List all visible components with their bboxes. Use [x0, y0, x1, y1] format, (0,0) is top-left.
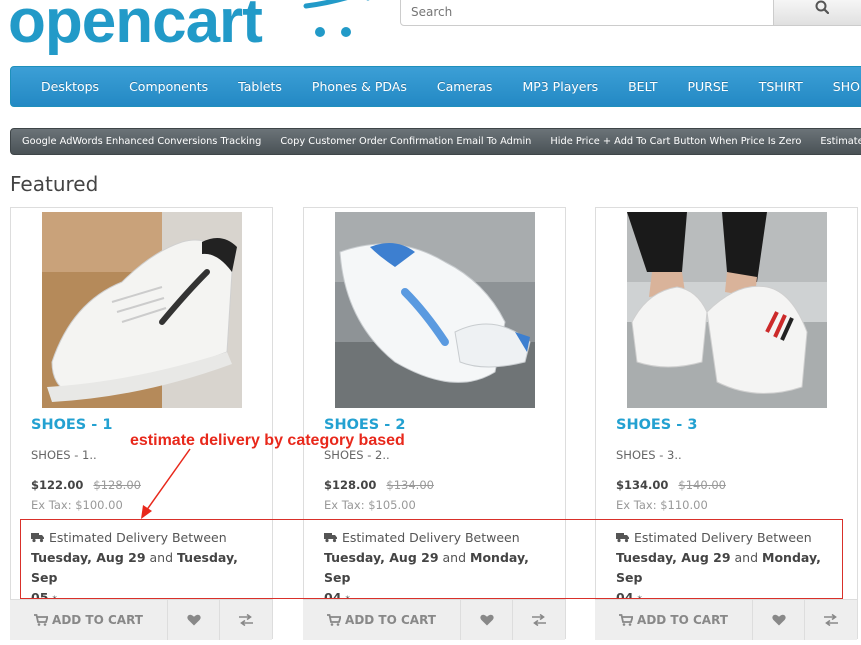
product-price: $128.00 $134.00 [324, 478, 434, 492]
logo-text: opencart [8, 0, 263, 56]
product-image[interactable] [335, 212, 535, 408]
add-to-cart-label: ADD TO CART [52, 613, 143, 627]
menu-item-purse[interactable]: PURSE [672, 79, 743, 94]
price-old: $140.00 [678, 478, 726, 492]
compare-button[interactable] [220, 600, 272, 640]
menu-item-cameras[interactable]: Cameras [422, 79, 508, 94]
price-old: $134.00 [386, 478, 434, 492]
wishlist-button[interactable] [753, 600, 805, 640]
heart-icon [186, 614, 201, 626]
add-to-cart-button[interactable]: ADD TO CART [595, 600, 753, 640]
compare-icon [824, 614, 838, 626]
logo-cart-icon [303, 0, 370, 37]
product-image[interactable] [42, 212, 242, 408]
price-new: $134.00 [616, 478, 669, 492]
product-description: SHOES - 2.. [324, 448, 390, 462]
menu-item-belt[interactable]: BELT [613, 79, 672, 94]
price-ex-tax: Ex Tax: $110.00 [616, 498, 708, 512]
search-bar [400, 0, 861, 26]
submenu-item-estimate-delivery[interactable]: Estimate Deliver [820, 136, 861, 147]
product-description: SHOES - 1.. [31, 448, 97, 462]
product-description: SHOES - 3.. [616, 448, 682, 462]
section-title: Featured [10, 172, 99, 196]
search-input[interactable] [400, 0, 774, 26]
price-new: $128.00 [324, 478, 377, 492]
cart-icon [619, 614, 634, 626]
annotation-box [20, 519, 843, 599]
price-new: $122.00 [31, 478, 84, 492]
menu-item-tshirt[interactable]: TSHIRT [744, 79, 818, 94]
compare-icon [532, 614, 546, 626]
logo[interactable]: opencart [8, 0, 378, 56]
menu-item-mp3[interactable]: MP3 Players [507, 79, 613, 94]
product-actions: ADD TO CART [595, 599, 858, 640]
cart-icon [34, 614, 49, 626]
product-actions: ADD TO CART [10, 599, 273, 640]
submenu-item-adwords[interactable]: Google AdWords Enhanced Conversions Trac… [22, 136, 261, 147]
wishlist-button[interactable] [461, 600, 513, 640]
cart-icon [327, 614, 342, 626]
menu-item-phones[interactable]: Phones & PDAs [297, 79, 422, 94]
compare-button[interactable] [805, 600, 857, 640]
add-to-cart-label: ADD TO CART [345, 613, 436, 627]
compare-button[interactable] [513, 600, 565, 640]
product-price: $134.00 $140.00 [616, 478, 726, 492]
product-name[interactable]: SHOES - 1 [31, 417, 112, 433]
add-to-cart-label: ADD TO CART [637, 613, 728, 627]
menu-item-tablets[interactable]: Tablets [223, 79, 297, 94]
search-button[interactable] [773, 0, 861, 26]
heart-icon [479, 614, 494, 626]
price-ex-tax: Ex Tax: $100.00 [31, 498, 123, 512]
price-ex-tax: Ex Tax: $105.00 [324, 498, 416, 512]
submenu-item-copy-email[interactable]: Copy Customer Order Confirmation Email T… [280, 136, 531, 147]
product-name[interactable]: SHOES - 2 [324, 417, 405, 433]
search-icon [815, 0, 829, 14]
product-image[interactable] [627, 212, 827, 408]
submenu-item-hide-price[interactable]: Hide Price + Add To Cart Button When Pri… [550, 136, 801, 147]
annotation-arrow-icon [141, 448, 191, 519]
compare-icon [239, 614, 253, 626]
menu-item-desktops[interactable]: Desktops [26, 79, 114, 94]
menu-item-shoes[interactable]: SHOES [818, 79, 861, 94]
heart-icon [771, 614, 786, 626]
add-to-cart-button[interactable]: ADD TO CART [10, 600, 168, 640]
product-name[interactable]: SHOES - 3 [616, 417, 697, 433]
wishlist-button[interactable] [168, 600, 220, 640]
menu-item-components[interactable]: Components [114, 79, 223, 94]
product-price: $122.00 $128.00 [31, 478, 141, 492]
product-actions: ADD TO CART [303, 599, 566, 640]
add-to-cart-button[interactable]: ADD TO CART [303, 600, 461, 640]
main-menu: Desktops Components Tablets Phones & PDA… [10, 66, 861, 107]
extensions-menu: Google AdWords Enhanced Conversions Trac… [10, 128, 861, 155]
